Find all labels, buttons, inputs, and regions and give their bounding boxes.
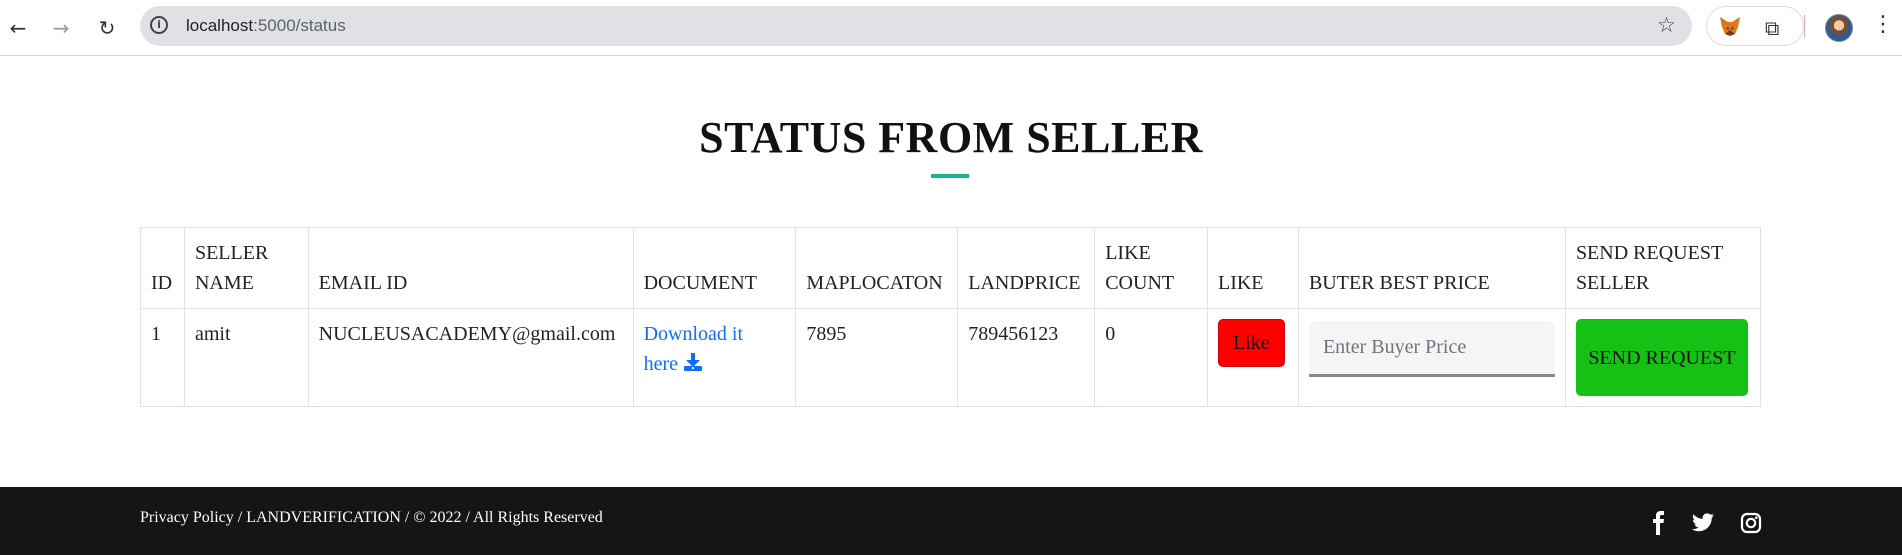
cell-send-request: SEND REQUEST [1564,308,1762,407]
header-document: DOCUMENT [632,227,797,309]
header-id: ID [140,227,185,309]
url-path: :5000/status [253,16,346,35]
title-underline [931,174,969,178]
cell-seller-name: amit [183,308,309,407]
page-title: STATUS FROM SELLER [699,113,1203,162]
header-like-count: LIKE COUNT [1094,227,1208,309]
table-header-row: ID SELLER NAME EMAIL ID DOCUMENT MAPLOCA… [140,227,1762,309]
cell-land-price: 789456123 [957,308,1096,407]
header-landprice: LANDPRICE [957,227,1096,309]
bookmark-star-icon[interactable]: ☆ [1657,13,1676,37]
like-button[interactable]: Like [1217,319,1285,367]
header-buyer-best-price: BUTER BEST PRICE [1297,227,1566,309]
header-maplocation: MAPLOCATON [795,227,959,309]
forward-icon[interactable]: → [46,13,76,43]
extensions-puzzle-icon[interactable]: ⧉ [1765,16,1779,40]
metamask-fox-icon[interactable] [1719,16,1741,36]
cell-email: NUCLEUSACADEMY@gmail.com [307,308,634,407]
cell-buyer-price [1297,308,1566,407]
site-info-icon[interactable]: i [150,16,168,34]
header-email-id: EMAIL ID [307,227,634,309]
download-document-link[interactable]: Download it here [644,323,743,375]
address-bar[interactable]: i localhost:5000/status ☆ [140,6,1692,46]
buyer-price-input[interactable] [1308,321,1555,377]
cell-like-count: 0 [1094,308,1208,407]
header-send-request: SEND REQUEST SELLER [1564,227,1762,309]
cell-document: Download it here [632,308,797,407]
facebook-icon[interactable] [1647,511,1671,535]
footer-copyright: Privacy Policy / LANDVERIFICATION / © 20… [140,509,603,526]
twitter-icon[interactable] [1691,511,1715,535]
back-icon[interactable]: ← [3,13,33,43]
browser-toolbar: ← → ↻ i localhost:5000/status ☆ ⧉ ⋮ [0,0,1902,56]
status-table: ID SELLER NAME EMAIL ID DOCUMENT MAPLOCA… [140,227,1762,407]
url-text[interactable]: localhost:5000/status [186,16,346,36]
header-seller-name: SELLER NAME [183,227,309,309]
send-request-button[interactable]: SEND REQUEST [1575,319,1748,396]
table-row: 1 amit NUCLEUSACADEMY@gmail.com Download… [140,308,1762,407]
extensions-area: ⧉ [1706,6,1804,46]
download-icon [684,353,703,371]
footer: Privacy Policy / LANDVERIFICATION / © 20… [0,487,1902,555]
toolbar-divider [1804,15,1805,37]
cell-like: Like [1206,308,1299,407]
url-host: localhost [186,16,254,35]
cell-id: 1 [140,308,185,407]
reload-icon[interactable]: ↻ [92,13,122,43]
profile-avatar[interactable] [1825,14,1853,42]
header-like: LIKE [1206,227,1299,309]
instagram-icon[interactable] [1739,511,1763,535]
cell-map-location: 7895 [795,308,959,407]
browser-menu-icon[interactable]: ⋮ [1872,12,1894,37]
